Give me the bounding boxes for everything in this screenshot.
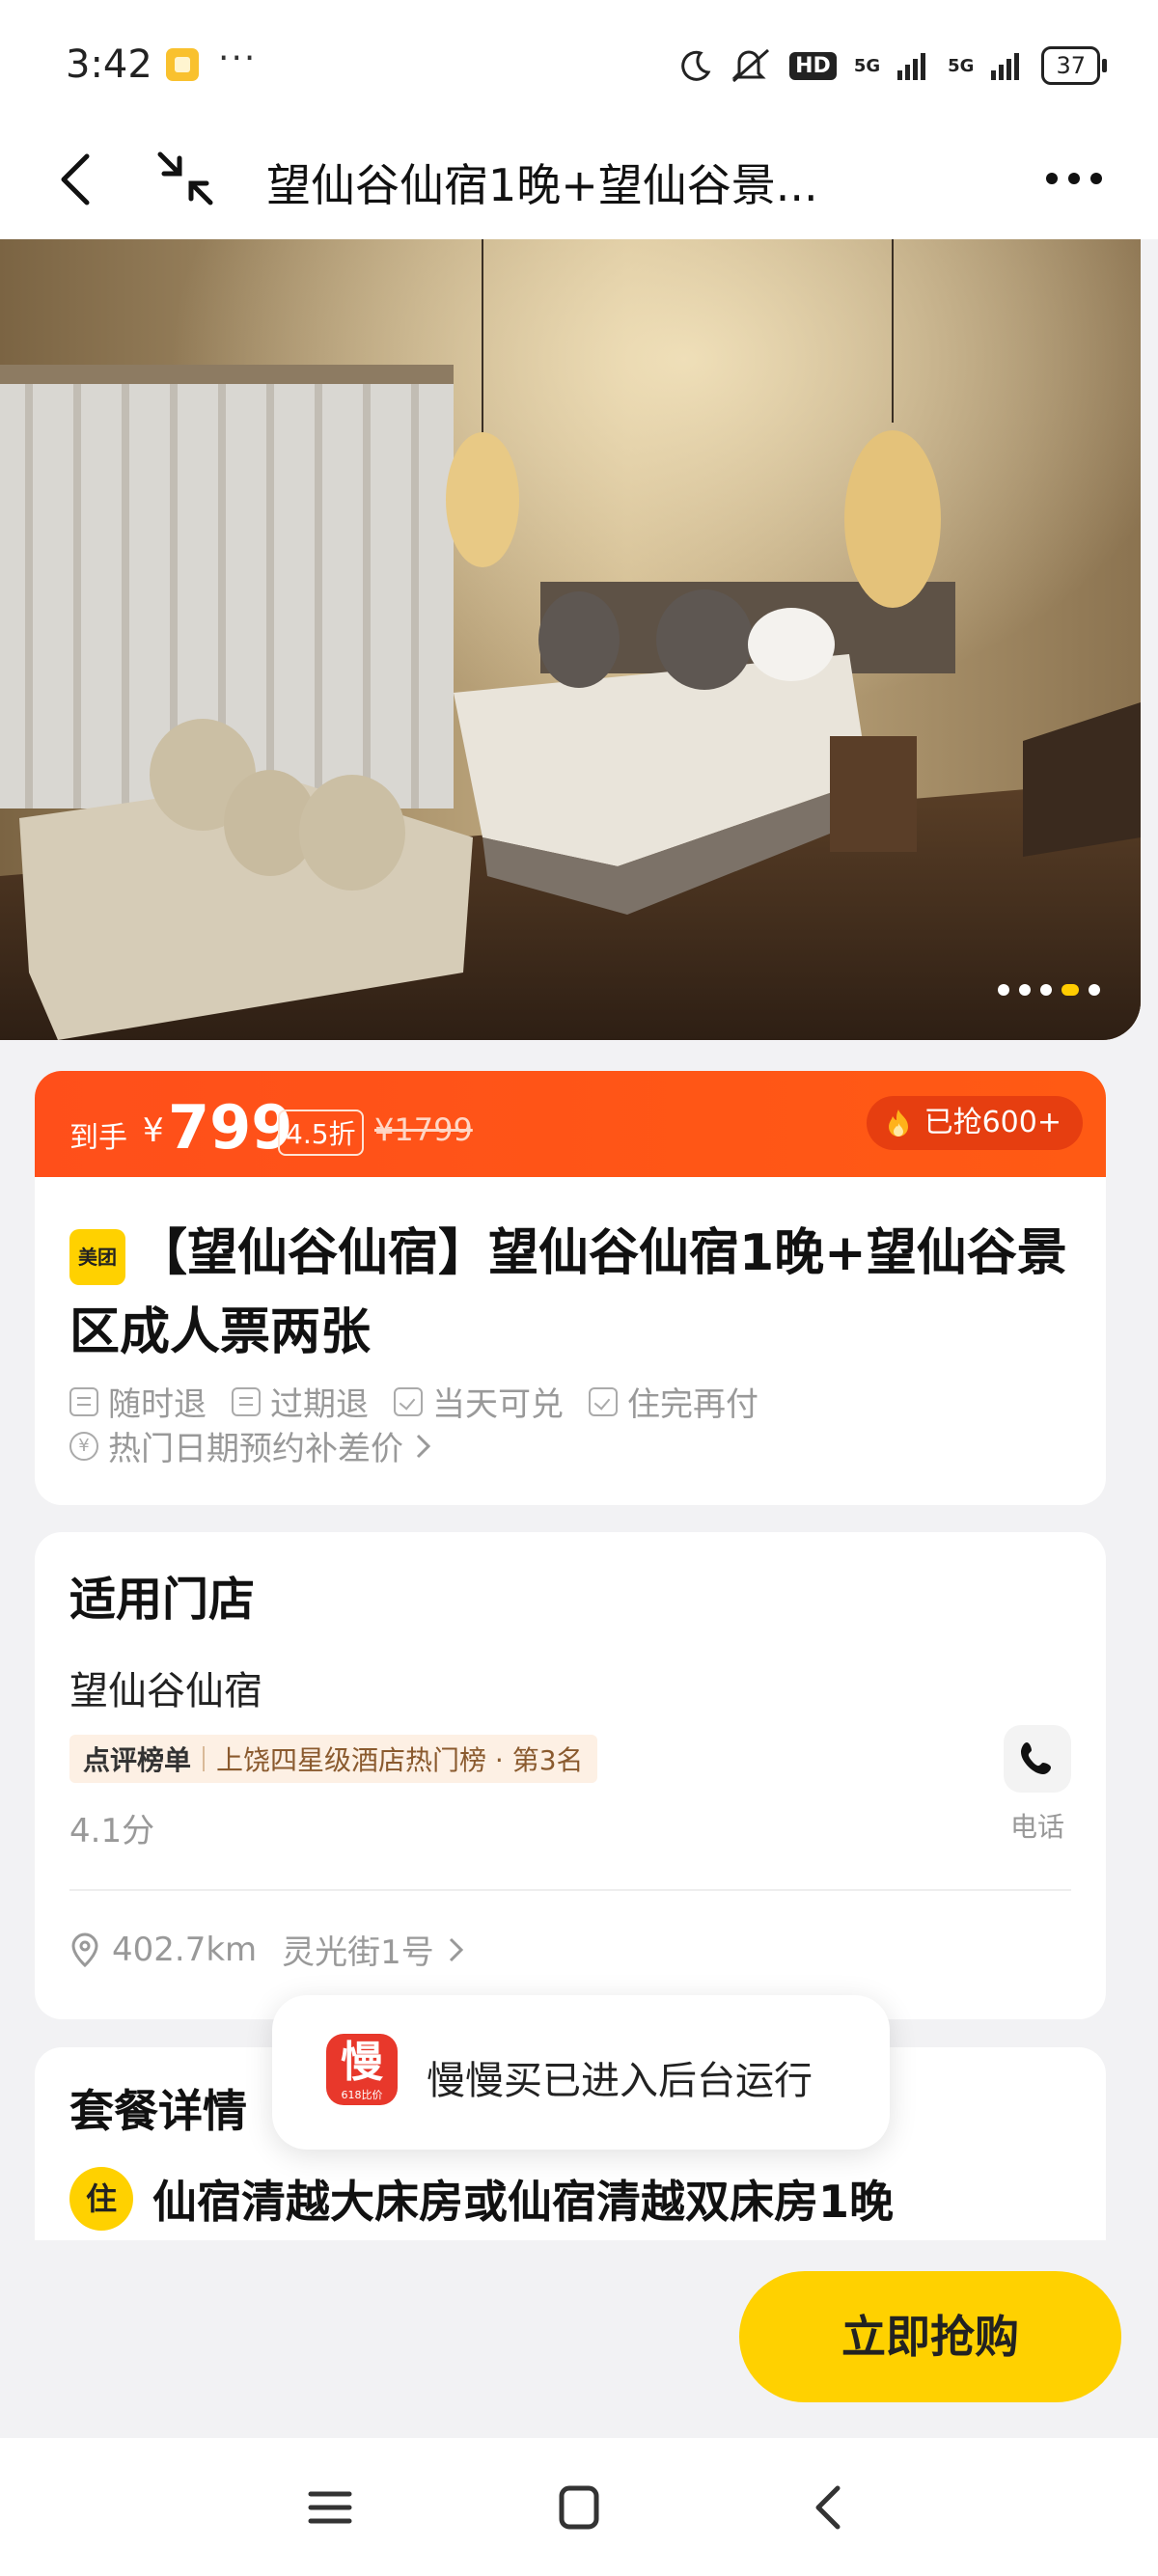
menu-icon[interactable] — [301, 2482, 359, 2533]
divider — [203, 1746, 206, 1771]
carousel-dot — [998, 984, 1009, 996]
flame-icon — [888, 1110, 908, 1137]
phone-label: 电话 — [1009, 1811, 1064, 1843]
signal-bars-icon — [991, 53, 1020, 80]
chevron-right-icon — [416, 1434, 431, 1458]
status-bar: 3:42 ··· HD 5G 5G 37 — [0, 0, 1158, 125]
carousel-page-indicator — [998, 984, 1100, 996]
phone-icon — [1021, 1742, 1051, 1774]
signal-5g-1: 5G — [853, 55, 881, 76]
deal-info-card: 到手 ¥ 799 4.5折 ¥1799 已抢600+ 美团 【望仙谷仙宿】望仙谷仙… — [35, 1071, 1106, 1505]
tag-same-day: 当天可兑 — [394, 1378, 564, 1425]
tag-pay-after-stay: 住完再付 — [589, 1378, 758, 1425]
phone-button[interactable]: 电话 — [1004, 1725, 1071, 1845]
more-notifications-icon: ··· — [218, 39, 258, 78]
status-time: 3:42 — [66, 42, 152, 87]
meituan-logo-badge: 美团 — [69, 1229, 125, 1285]
deal-tags: 随时退 过期退 当天可兑 住完再付 — [69, 1378, 758, 1425]
ranking-brand: 点评榜单 — [83, 1744, 192, 1776]
system-nav-bar — [0, 2438, 1158, 2576]
toast-message: 慢慢买已进入后台运行 — [427, 2059, 813, 2103]
store-score: 4.1分 — [69, 1812, 155, 1850]
package-room-text: 仙宿清越大床房或仙宿清越双床房1晚 — [152, 2176, 895, 2228]
phone-icon-bg — [1004, 1725, 1071, 1793]
discount-badge: 4.5折 — [278, 1110, 364, 1156]
hot-dates-link[interactable]: ¥ 热门日期预约补差价 — [69, 1422, 432, 1469]
hotel-room-photo — [0, 239, 1141, 1040]
collapse-icon[interactable] — [154, 145, 216, 212]
calendar-check-icon — [589, 1386, 618, 1416]
app-icon-char: 慢 — [341, 2038, 383, 2087]
status-indicators: HD 5G 5G 37 — [679, 42, 1107, 89]
back-arrow-icon[interactable] — [52, 145, 100, 212]
signal-5g-2: 5G — [948, 55, 975, 76]
sold-count-badge: 已抢600+ — [866, 1096, 1083, 1150]
store-section-title: 适用门店 — [69, 1573, 256, 1627]
store-name[interactable]: 望仙谷仙宿 — [69, 1659, 262, 1715]
signal-bars-icon — [897, 53, 926, 80]
carousel-dot — [1089, 984, 1100, 996]
tag-refund-anytime: 随时退 — [69, 1378, 207, 1425]
back-icon[interactable] — [801, 2482, 859, 2533]
package-section-title: 套餐详情 — [69, 2085, 247, 2137]
hot-dates-text: 热门日期预约补差价 — [108, 1430, 403, 1468]
buy-now-button[interactable]: 立即抢购 — [739, 2271, 1121, 2402]
hotel-photo-carousel[interactable] — [0, 239, 1141, 1040]
sold-count-text: 已抢600+ — [924, 1106, 1062, 1139]
calendar-check-icon — [394, 1386, 423, 1416]
document-icon — [232, 1386, 261, 1416]
store-card: 适用门店 望仙谷仙宿 点评榜单 上饶四星级酒店热门榜 · 第3名 4.1分 电话… — [35, 1532, 1106, 2019]
final-price-label: 到手 — [69, 1121, 127, 1155]
carousel-dot — [1040, 984, 1052, 996]
price-bar: 到手 ¥ 799 4.5折 ¥1799 已抢600+ — [35, 1071, 1106, 1177]
divider — [69, 1889, 1071, 1891]
ranking-text: 上饶四星级酒店热门榜 · 第3名 — [216, 1744, 584, 1776]
store-distance: 402.7km — [112, 1930, 258, 1969]
carousel-dot-active — [1062, 984, 1079, 996]
deal-title-text: 【望仙谷仙宿】望仙谷仙宿1晚+望仙谷景区成人票两张 — [69, 1224, 1067, 1361]
hd-badge: HD — [789, 51, 837, 80]
tag-label: 住完再付 — [627, 1385, 758, 1424]
ranking-badge[interactable]: 点评榜单 上饶四星级酒店热门榜 · 第3名 — [69, 1735, 597, 1783]
stay-icon: 住 — [69, 2167, 133, 2231]
carousel-dot — [1019, 984, 1031, 996]
store-address: 灵光街1号 — [282, 1933, 434, 1972]
moon-icon — [681, 50, 711, 81]
app-icon-subtitle: 618比价 — [341, 2089, 383, 2101]
location-pin-icon — [71, 1932, 98, 1967]
tag-refund-expired: 过期退 — [232, 1378, 369, 1425]
top-nav-bar: 望仙谷仙宿1晚+望仙谷景... — [0, 125, 1158, 239]
manmanmai-app-icon: 慢 618比价 — [326, 2034, 398, 2105]
tag-label: 当天可兑 — [432, 1385, 564, 1424]
deal-title: 美团 【望仙谷仙宿】望仙谷仙宿1晚+望仙谷景区成人票两张 — [69, 1214, 1073, 1372]
deal-price: 799 — [168, 1092, 293, 1163]
document-icon — [69, 1386, 98, 1416]
yen-circle-icon: ¥ — [69, 1431, 98, 1461]
mute-icon — [731, 48, 770, 83]
chevron-right-icon — [449, 1937, 463, 1961]
original-price: ¥1799 — [374, 1111, 473, 1148]
package-item: 住 仙宿清越大床房或仙宿清越双床房1晚 — [69, 2167, 894, 2231]
notification-app-icon — [166, 48, 199, 81]
tag-label: 过期退 — [270, 1385, 369, 1424]
tag-label: 随时退 — [108, 1385, 207, 1424]
background-running-toast: 慢 618比价 慢慢买已进入后台运行 — [272, 1995, 890, 2150]
store-address-row[interactable]: 402.7km 灵光街1号 — [69, 1926, 465, 1973]
currency-symbol: ¥ — [143, 1111, 164, 1150]
more-options-icon[interactable] — [1044, 164, 1104, 193]
battery-indicator: 37 — [1041, 46, 1107, 85]
home-icon[interactable] — [550, 2482, 608, 2533]
page-title: 望仙谷仙宿1晚+望仙谷景... — [266, 159, 818, 211]
